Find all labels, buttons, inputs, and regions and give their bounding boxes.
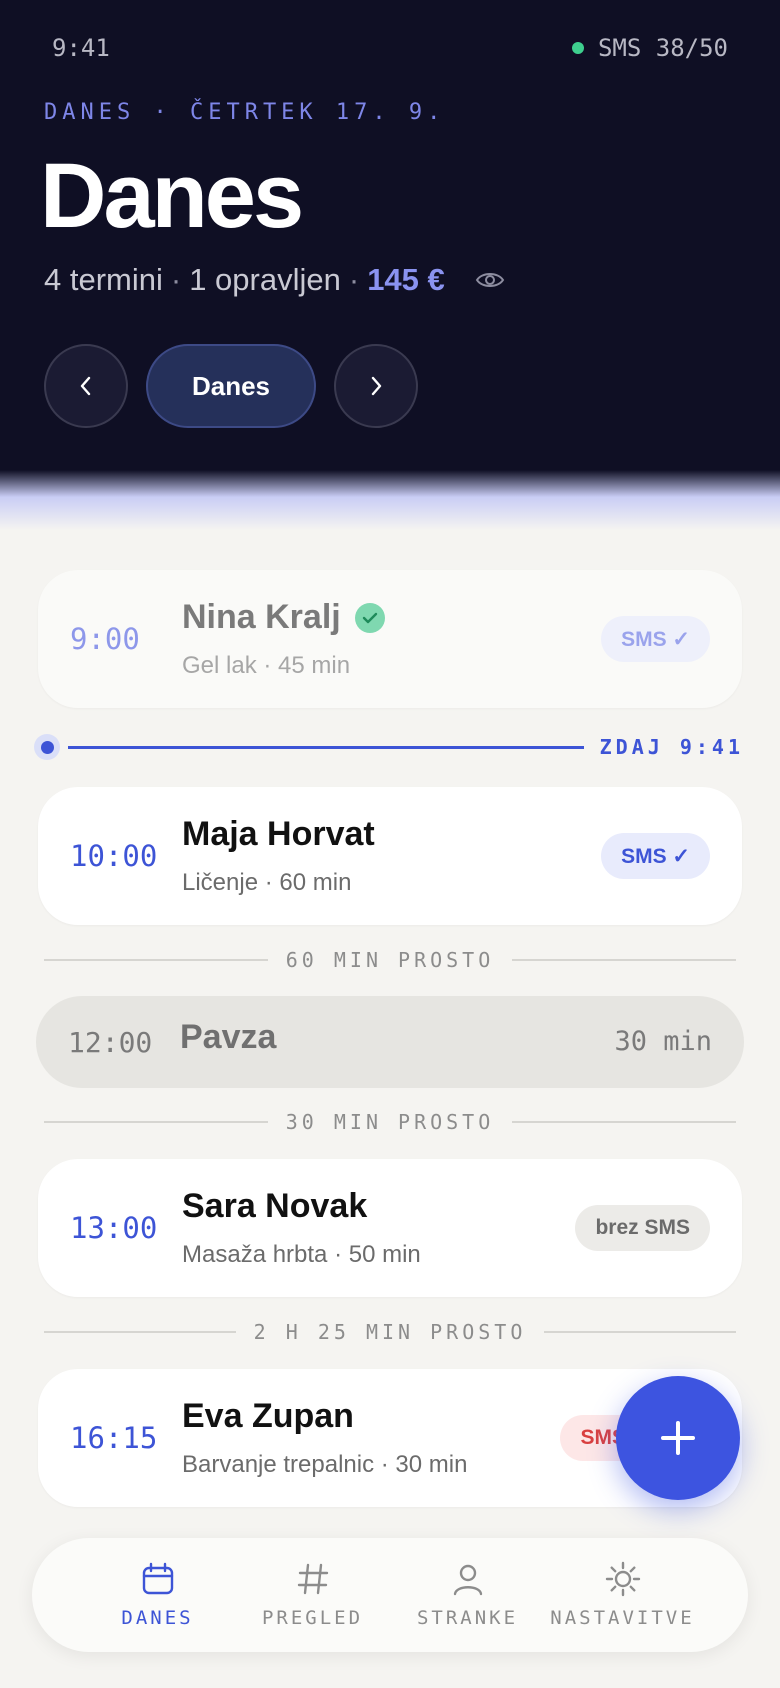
day-navigation: Danes [44, 344, 418, 428]
tab-bar: DANES PREGLED STRANKE NASTAVITVE [32, 1538, 748, 1652]
client-name: Eva Zupan [182, 1397, 354, 1435]
pause-block[interactable]: 12:00 Pavza 30 min [36, 996, 744, 1088]
summary-separator: · [348, 262, 360, 297]
chevron-right-icon [371, 376, 382, 396]
pause-label: Pavza [180, 1018, 277, 1056]
sms-badge: SMS ✓ [601, 833, 710, 879]
tab-label: PREGLED [261, 1607, 364, 1629]
divider [544, 1331, 737, 1333]
sms-quota: SMS 38/50 [571, 34, 728, 62]
tab-nastavitve[interactable]: NASTAVITVE [545, 1538, 700, 1652]
revenue-amount: 145 € [367, 262, 445, 297]
appointment-time: 13:00 [70, 1211, 158, 1245]
service-info: Barvanje trepalnic · 30 min [182, 1451, 468, 1478]
plus-icon [661, 1421, 695, 1455]
check-icon [354, 602, 385, 633]
client-name: Sara Novak [182, 1187, 368, 1225]
service-info: Ličenje · 60 min [182, 869, 352, 896]
service-info: Gel lak · 45 min [182, 652, 351, 679]
tab-danes[interactable]: DANES [80, 1538, 235, 1652]
tab-pregled[interactable]: PREGLED [235, 1538, 390, 1652]
today-button[interactable]: Danes [146, 344, 316, 428]
now-marker: ZDAJ 9:41 [34, 733, 744, 761]
pause-time: 12:00 [68, 1026, 153, 1059]
no-sms-badge: brez SMS [575, 1205, 710, 1251]
client-name: Nina Kralj [182, 598, 385, 637]
divider [44, 1331, 236, 1333]
header-fade [0, 470, 780, 530]
appointment-time: 10:00 [70, 839, 158, 873]
chevron-left-icon [80, 376, 91, 396]
sun-icon [605, 1561, 640, 1597]
divider [44, 959, 268, 961]
tab-label: NASTAVITVE [550, 1607, 695, 1629]
previous-day-button[interactable] [44, 344, 128, 428]
add-appointment-button[interactable] [616, 1376, 740, 1500]
pause-duration: 30 min [614, 1026, 712, 1057]
now-dot [34, 734, 60, 760]
divider [512, 959, 737, 961]
tab-label: STRANKE [416, 1607, 519, 1629]
day-summary: 4 termini · 1 opravljen · 145 € [44, 262, 505, 298]
appointment-card[interactable]: 10:00 Maja Horvat Ličenje · 60 min SMS ✓ [38, 787, 742, 925]
person-icon [453, 1564, 482, 1596]
next-day-button[interactable] [334, 344, 418, 428]
calendar-icon [142, 1562, 173, 1595]
date-label: DANES · ČETRTEK 17. 9. [44, 100, 446, 125]
free-slot-separator: 30 MIN PROSTO [44, 1107, 737, 1137]
appointment-time: 9:00 [70, 622, 140, 656]
client-name: Maja Horvat [182, 815, 375, 853]
appointment-card[interactable]: 9:00 Nina Kralj Gel lak · 45 min SMS ✓ [38, 570, 742, 708]
done-count: 1 opravljen [189, 262, 341, 297]
sms-badge: SMS ✓ [601, 616, 710, 662]
free-slot-label: 2 H 25 MIN PROSTO [253, 1320, 527, 1344]
free-slot-label: 30 MIN PROSTO [285, 1110, 495, 1134]
service-info: Masaža hrbta · 50 min [182, 1241, 421, 1268]
appointments-count: 4 termini [44, 262, 163, 297]
divider [512, 1121, 737, 1123]
sms-status-dot [571, 42, 584, 54]
summary-separator: · [170, 262, 182, 297]
status-time: 9:41 [52, 34, 110, 62]
divider [44, 1121, 268, 1123]
tab-label: DANES [121, 1607, 194, 1629]
tab-stranke[interactable]: STRANKE [390, 1538, 545, 1652]
sms-quota-label: SMS 38/50 [597, 34, 728, 62]
page-title: Danes [40, 145, 304, 247]
free-slot-separator: 2 H 25 MIN PROSTO [44, 1317, 737, 1347]
hash-icon [297, 1563, 328, 1595]
appointment-time: 16:15 [70, 1421, 158, 1455]
now-label: ZDAJ 9:41 [599, 735, 744, 759]
now-line [68, 745, 584, 749]
client-name-label: Nina Kralj [182, 598, 341, 636]
eye-icon[interactable] [475, 269, 505, 291]
free-slot-label: 60 MIN PROSTO [285, 948, 495, 972]
appointment-card[interactable]: 13:00 Sara Novak Masaža hrbta · 50 min b… [38, 1159, 742, 1297]
free-slot-separator: 60 MIN PROSTO [44, 945, 737, 975]
